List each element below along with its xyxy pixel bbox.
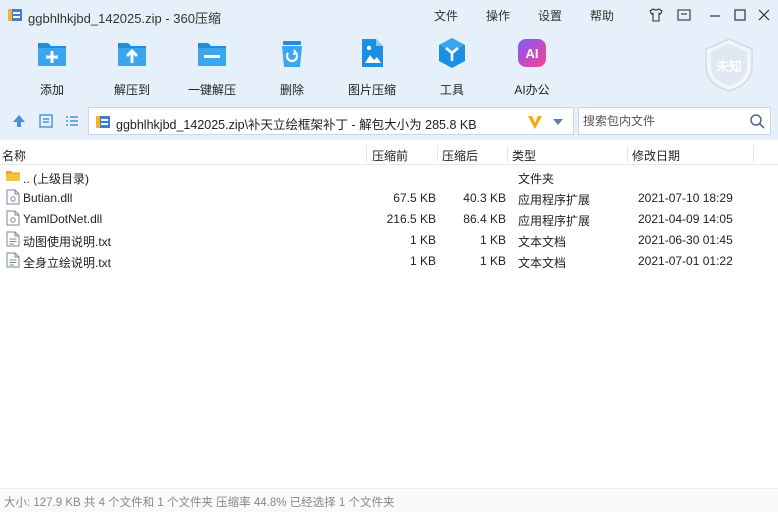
thumbnail-view-icon[interactable] — [37, 112, 55, 130]
image-compress-button[interactable]: 图片压缩 — [332, 36, 412, 98]
file-size: 1 KB — [409, 254, 436, 268]
file-modified: 2021-06-30 01:45 — [638, 233, 733, 247]
verified-v-icon[interactable] — [526, 113, 544, 131]
column-separator — [627, 146, 628, 162]
extract-to-icon — [118, 43, 146, 66]
dll-file-icon — [6, 189, 20, 205]
file-compressed: 86.4 KB — [463, 212, 506, 226]
file-type: 应用程序扩展 — [518, 193, 591, 207]
tools-button-label: 工具 — [439, 83, 464, 97]
file-name: .. (上级目录) — [23, 172, 89, 186]
list-item-gif-readme-txt[interactable]: 动图使用说明.txt 1 KB 1 KB 文本文档 2021-06-30 01:… — [0, 229, 778, 250]
unknown-security-badge-icon[interactable]: 未知 — [700, 36, 758, 94]
status-bar: 大小: 127.9 KB 共 4 个文件和 1 个文件夹 压缩率 44.8% 已… — [0, 488, 778, 512]
file-compressed: 40.3 KB — [463, 191, 506, 205]
file-size: 67.5 KB — [393, 191, 436, 205]
file-type: 应用程序扩展 — [518, 214, 591, 228]
one-click-extract-button-label: 一键解压 — [187, 83, 236, 97]
delete-icon — [282, 41, 302, 67]
column-type[interactable]: 类型 — [512, 147, 536, 164]
extract-to-button-label: 解压到 — [113, 83, 150, 97]
menu-settings[interactable]: 设置 — [538, 7, 562, 24]
text-file-icon — [6, 252, 20, 268]
title-bar: ggbhlhkjbd_142025.zip - 360压缩 文件 操作 设置 帮… — [0, 0, 778, 30]
feedback-icon[interactable] — [675, 6, 693, 24]
file-name: YamlDotNet.dll — [23, 212, 103, 226]
delete-button-label: 删除 — [279, 83, 304, 97]
file-modified: 2021-04-09 14:05 — [638, 212, 733, 226]
column-separator — [753, 146, 754, 162]
text-file-icon — [6, 231, 20, 247]
column-name[interactable]: 名称 — [2, 147, 26, 164]
column-modified[interactable]: 修改日期 — [632, 147, 680, 164]
file-compressed: 1 KB — [479, 233, 506, 247]
list-item-fullbody-readme-txt[interactable]: 全身立绘说明.txt 1 KB 1 KB 文本文档 2021-07-01 01:… — [0, 250, 778, 271]
image-compress-icon — [362, 39, 383, 67]
file-name: Butian.dll — [23, 191, 73, 205]
image-compress-button-label: 图片压缩 — [347, 83, 396, 97]
add-button[interactable]: 添加 — [12, 36, 92, 98]
folder-icon — [6, 171, 20, 181]
file-modified: 2021-07-10 18:29 — [638, 191, 733, 205]
file-list: .. (上级目录) 文件夹 Butian.dll 67.5 KB 40.3 KB… — [0, 166, 778, 488]
tools-button[interactable]: 工具 — [412, 36, 492, 98]
status-text: 大小: 127.9 KB 共 4 个文件和 1 个文件夹 压缩率 44.8% 已… — [4, 497, 395, 509]
window-title: ggbhlhkjbd_142025.zip - 360压缩 — [28, 11, 221, 26]
ai-office-icon: AI — [518, 39, 546, 67]
path-dropdown-icon[interactable] — [552, 117, 564, 127]
close-icon[interactable] — [755, 6, 773, 24]
file-size: 1 KB — [409, 233, 436, 247]
menu-file[interactable]: 文件 — [434, 7, 458, 24]
maximize-icon[interactable] — [731, 6, 749, 24]
menu-help[interactable]: 帮助 — [590, 7, 614, 24]
path-box[interactable]: ggbhlhkjbd_142025.zip\补天立绘框架补丁 - 解包大小为 2… — [88, 107, 574, 135]
list-item-yamldotnet-dll[interactable]: YamlDotNet.dll 216.5 KB 86.4 KB 应用程序扩展 2… — [0, 208, 778, 229]
list-view-icon[interactable] — [63, 112, 81, 130]
minimize-icon[interactable] — [706, 6, 724, 24]
file-modified: 2021-07-01 01:22 — [638, 254, 733, 268]
list-item-butian-dll[interactable]: Butian.dll 67.5 KB 40.3 KB 应用程序扩展 2021-0… — [0, 187, 778, 208]
archive-path: ggbhlhkjbd_142025.zip\补天立绘框架补丁 - 解包大小为 2… — [116, 118, 477, 132]
zip-archive-icon — [96, 116, 110, 128]
column-separator — [437, 146, 438, 162]
skin-shirt-icon[interactable] — [647, 6, 665, 24]
menu-operation[interactable]: 操作 — [486, 7, 510, 24]
dll-file-icon — [6, 210, 20, 226]
search-input[interactable] — [583, 112, 743, 130]
list-item-parent-dir[interactable]: .. (上级目录) 文件夹 — [0, 166, 778, 187]
one-click-extract-icon — [198, 43, 226, 66]
badge-label: 未知 — [715, 59, 742, 75]
column-separator — [507, 146, 508, 162]
file-size: 216.5 KB — [386, 212, 436, 226]
ai-office-button[interactable]: AI AI办公 — [492, 36, 572, 98]
extract-to-button[interactable]: 解压到 — [92, 36, 172, 98]
file-compressed: 1 KB — [479, 254, 506, 268]
address-bar: ggbhlhkjbd_142025.zip\补天立绘框架补丁 - 解包大小为 2… — [0, 102, 778, 140]
up-level-icon[interactable] — [10, 112, 28, 130]
ai-icon-text: AI — [526, 46, 539, 61]
file-type: 文本文档 — [518, 235, 567, 249]
column-compressed[interactable]: 压缩后 — [442, 147, 478, 164]
add-archive-icon — [38, 43, 66, 66]
search-icon[interactable] — [749, 113, 765, 129]
ai-office-button-label: AI办公 — [514, 83, 550, 97]
add-button-label: 添加 — [39, 83, 64, 97]
one-click-extract-button[interactable]: 一键解压 — [172, 36, 252, 98]
search-box[interactable] — [578, 107, 771, 135]
column-size[interactable]: 压缩前 — [372, 147, 408, 164]
file-name: 动图使用说明.txt — [23, 235, 112, 249]
file-type: 文件夹 — [518, 172, 555, 186]
main-toolbar: 添加 解压到 一键解压 删除 图片压缩 工具 AI AI办公 未知 — [0, 30, 778, 102]
app-logo-icon — [8, 9, 22, 21]
delete-button[interactable]: 删除 — [252, 36, 332, 98]
file-name: 全身立绘说明.txt — [23, 256, 112, 270]
column-header-row: 名称 压缩前 压缩后 类型 修改日期 — [0, 143, 778, 165]
file-type: 文本文档 — [518, 256, 567, 270]
column-separator — [366, 146, 367, 162]
tools-icon — [439, 38, 465, 68]
